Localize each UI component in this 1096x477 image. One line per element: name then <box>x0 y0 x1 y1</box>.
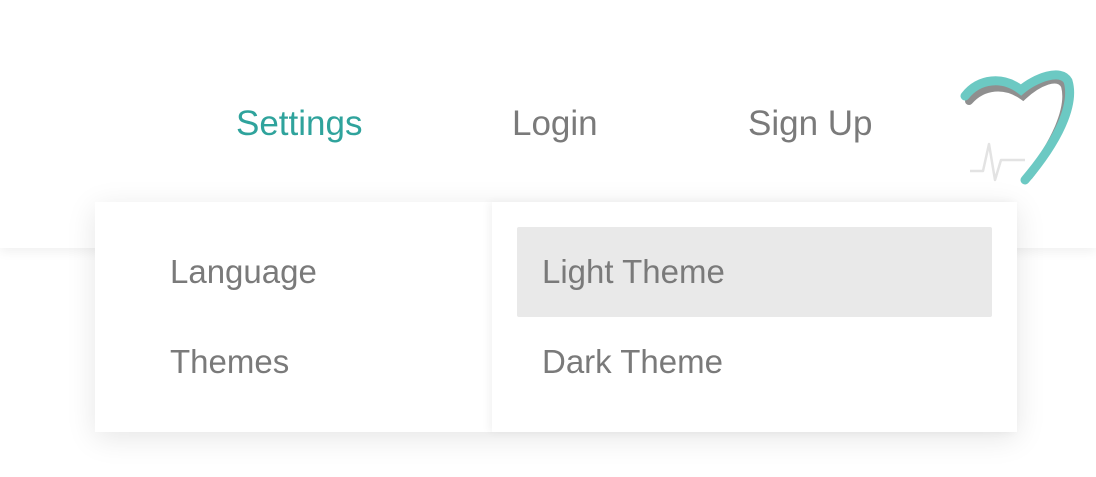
nav-login-link[interactable]: Login <box>512 103 598 145</box>
light-theme-option[interactable]: Light Theme <box>517 227 992 317</box>
nav-settings-link[interactable]: Settings <box>236 103 362 145</box>
heart-logo-icon[interactable] <box>955 68 1080 188</box>
nav-signup-link[interactable]: Sign Up <box>748 103 873 145</box>
settings-menu: Language Themes <box>95 202 492 432</box>
themes-submenu: Light Theme Dark Theme <box>492 202 1017 432</box>
menu-item-themes[interactable]: Themes <box>170 342 289 382</box>
settings-dropdown: Language Themes Light Theme Dark Theme <box>95 202 1017 432</box>
dark-theme-option[interactable]: Dark Theme <box>517 317 992 407</box>
heart-shadow-shape <box>965 75 1071 180</box>
menu-item-language[interactable]: Language <box>170 252 317 292</box>
heartbeat-line <box>970 142 1025 182</box>
